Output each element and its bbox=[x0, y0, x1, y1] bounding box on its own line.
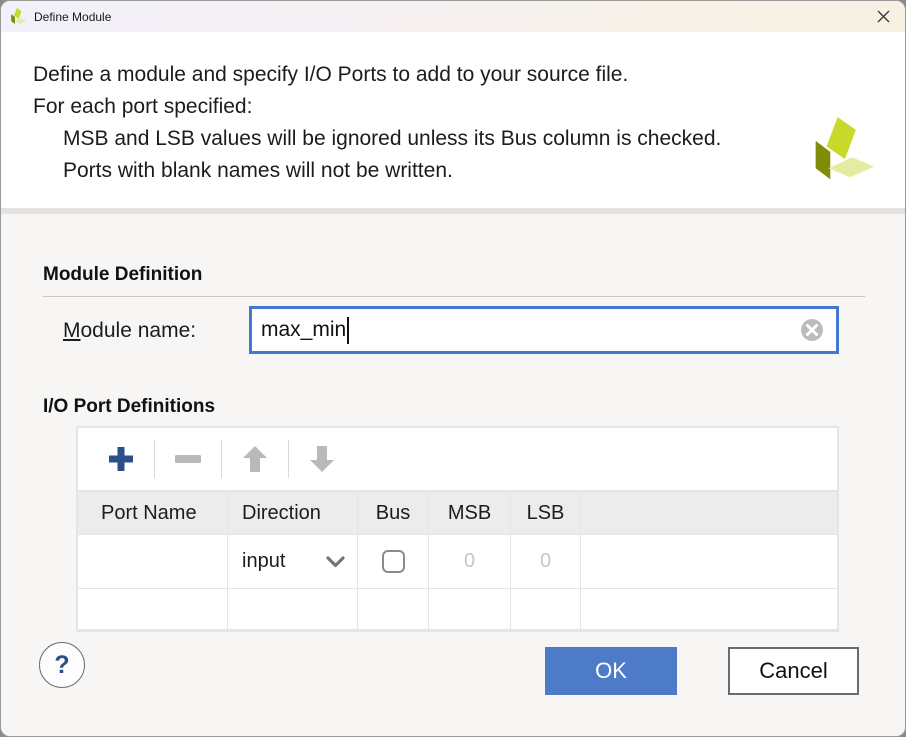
column-header-direction: Direction bbox=[228, 492, 357, 534]
cancel-button[interactable]: Cancel bbox=[728, 647, 859, 695]
add-port-button[interactable] bbox=[98, 436, 144, 482]
table-row bbox=[78, 589, 837, 629]
filler-cell bbox=[581, 535, 837, 588]
msb-cell[interactable]: 0 bbox=[429, 535, 510, 588]
move-down-button[interactable] bbox=[299, 436, 345, 482]
direction-dropdown[interactable]: input bbox=[228, 535, 357, 588]
description-line: For each port specified: bbox=[33, 91, 905, 123]
close-icon bbox=[877, 10, 890, 23]
table-header-row: Port Name Direction Bus MSB LSB bbox=[78, 492, 837, 534]
io-port-definitions-heading: I/O Port Definitions bbox=[43, 396, 215, 418]
arrow-down-icon bbox=[309, 445, 335, 473]
description-line: Define a module and specify I/O Ports to… bbox=[33, 59, 905, 91]
ok-button[interactable]: OK bbox=[545, 647, 677, 695]
module-definition-heading: Module Definition bbox=[43, 264, 202, 286]
table-toolbar bbox=[78, 428, 837, 490]
clear-circle-x-icon bbox=[800, 318, 824, 342]
remove-port-button[interactable] bbox=[165, 436, 211, 482]
module-name-value: max_min bbox=[261, 318, 346, 342]
port-name-cell[interactable] bbox=[78, 535, 227, 588]
description-line: MSB and LSB values will be ignored unles… bbox=[33, 123, 905, 155]
column-header-filler bbox=[581, 492, 837, 534]
lsb-cell[interactable] bbox=[511, 589, 580, 629]
text-cursor bbox=[347, 317, 349, 344]
toolbar-separator bbox=[221, 440, 222, 478]
chevron-down-icon bbox=[326, 556, 345, 568]
define-module-dialog: Define Module Define a module and specif… bbox=[0, 0, 906, 737]
table-row: input 0 0 bbox=[78, 535, 837, 588]
column-header-lsb: LSB bbox=[511, 492, 580, 534]
arrow-up-icon bbox=[242, 445, 268, 473]
clear-text-button[interactable] bbox=[800, 318, 824, 342]
vivado-logo bbox=[812, 114, 876, 186]
direction-value: input bbox=[242, 550, 285, 573]
module-name-label-rest: odule name: bbox=[81, 319, 197, 342]
column-header-bus: Bus bbox=[358, 492, 428, 534]
close-button[interactable] bbox=[861, 1, 905, 32]
plus-icon bbox=[107, 445, 135, 473]
description-panel: Define a module and specify I/O Ports to… bbox=[1, 32, 905, 208]
module-name-label-mnemonic: M bbox=[63, 319, 81, 342]
column-header-msb: MSB bbox=[429, 492, 510, 534]
column-header-port-name: Port Name bbox=[78, 492, 227, 534]
heading-rule bbox=[43, 296, 865, 297]
window-title: Define Module bbox=[34, 10, 111, 24]
description-line: Ports with blank names will not be writt… bbox=[33, 155, 905, 187]
vivado-logo-icon bbox=[10, 8, 27, 25]
move-up-button[interactable] bbox=[232, 436, 278, 482]
filler-cell bbox=[581, 589, 837, 629]
port-name-cell[interactable] bbox=[78, 589, 227, 629]
module-name-label: Module name: bbox=[63, 319, 196, 343]
help-button[interactable]: ? bbox=[39, 642, 85, 688]
toolbar-separator bbox=[154, 440, 155, 478]
toolbar-separator bbox=[288, 440, 289, 478]
direction-cell[interactable] bbox=[228, 589, 357, 629]
lsb-cell[interactable]: 0 bbox=[511, 535, 580, 588]
title-bar: Define Module bbox=[1, 1, 905, 32]
bus-cell bbox=[358, 535, 428, 588]
msb-cell[interactable] bbox=[429, 589, 510, 629]
module-name-input[interactable]: max_min bbox=[249, 306, 839, 354]
bus-checkbox[interactable] bbox=[382, 550, 405, 573]
minus-icon bbox=[175, 455, 201, 463]
dialog-body: Module Definition Module name: max_min I… bbox=[1, 214, 905, 736]
bus-cell[interactable] bbox=[358, 589, 428, 629]
io-ports-table: Port Name Direction Bus MSB LSB input bbox=[76, 426, 839, 632]
